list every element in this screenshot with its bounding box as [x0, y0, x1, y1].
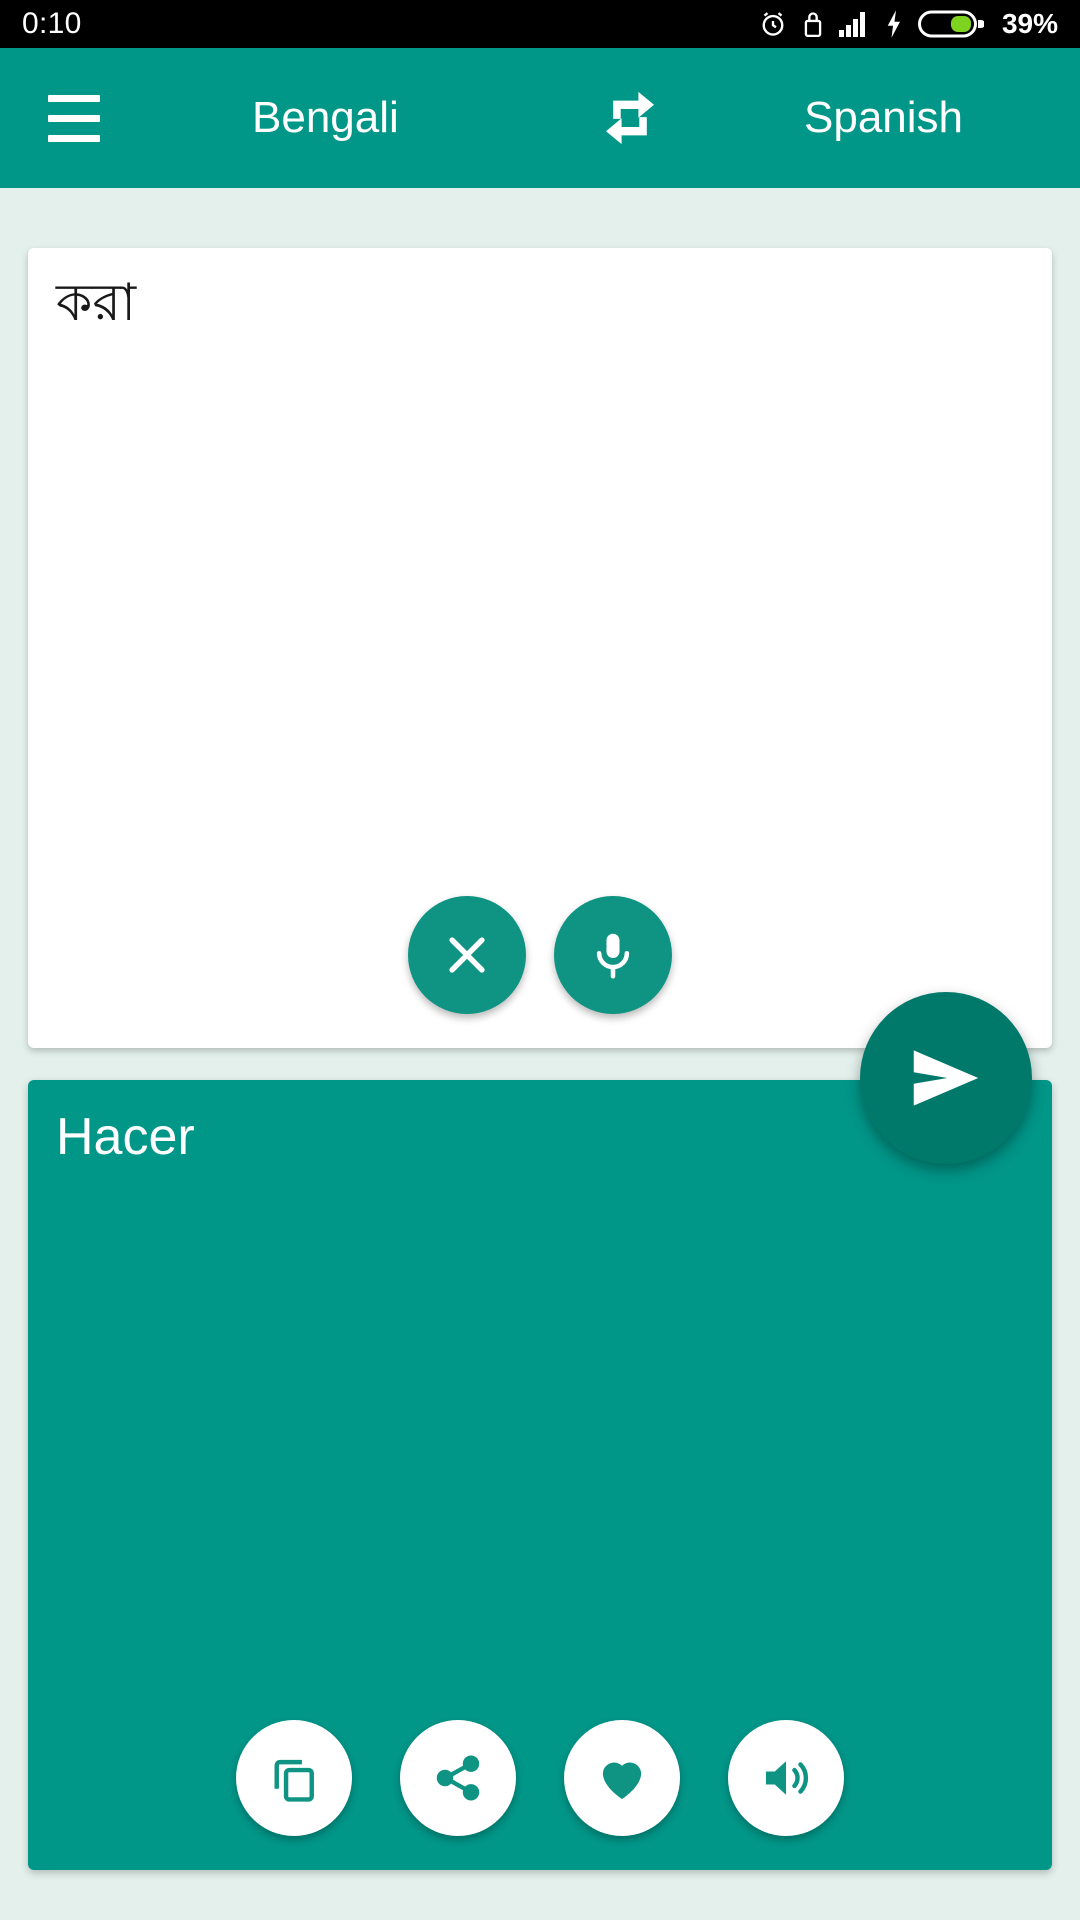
hamburger-menu-icon: [48, 134, 100, 142]
source-text-input[interactable]: করা: [56, 268, 1024, 338]
heart-icon: [602, 1762, 642, 1799]
send-icon: [913, 1050, 979, 1106]
hamburger-menu-button[interactable]: [26, 70, 122, 166]
alarm-icon: [762, 12, 784, 36]
share-icon: [436, 1755, 480, 1801]
mic-button[interactable]: [554, 896, 672, 1014]
status-bar-clock: 0:10: [22, 7, 82, 40]
battery-icon: [917, 10, 984, 38]
app-toolbar: Bengali Spanish: [0, 48, 1080, 188]
source-language-selector[interactable]: Bengali: [252, 93, 399, 143]
share-button[interactable]: [400, 1720, 516, 1836]
close-icon: [449, 937, 485, 973]
microphone-icon: [596, 933, 630, 979]
swap-languages-button[interactable]: [580, 68, 680, 168]
battery-percentage: 39%: [1001, 8, 1058, 39]
charging-bolt-icon: [887, 10, 900, 38]
hamburger-menu-icon: [48, 114, 100, 122]
clear-button[interactable]: [408, 896, 526, 1014]
lock-icon: [804, 12, 822, 38]
hamburger-menu-icon: [48, 94, 100, 102]
swap-languages-icon: [606, 91, 654, 145]
speaker-icon: [765, 1761, 809, 1795]
copy-button[interactable]: [236, 1720, 352, 1836]
copy-icon: [274, 1759, 314, 1802]
translation-result-card: Hacer: [28, 1080, 1052, 1870]
source-actions-row: [28, 896, 1052, 1014]
source-text-card: করা: [28, 248, 1052, 1048]
signal-bars-icon: [838, 12, 865, 37]
result-actions-row: [28, 1720, 1052, 1836]
speak-button[interactable]: [728, 1720, 844, 1836]
status-bar-icons: 39%: [758, 8, 1058, 40]
favorite-button[interactable]: [564, 1720, 680, 1836]
status-bar: 0:10 39%: [0, 0, 1080, 48]
send-button[interactable]: [860, 992, 1032, 1164]
target-language-selector[interactable]: Spanish: [804, 93, 963, 143]
